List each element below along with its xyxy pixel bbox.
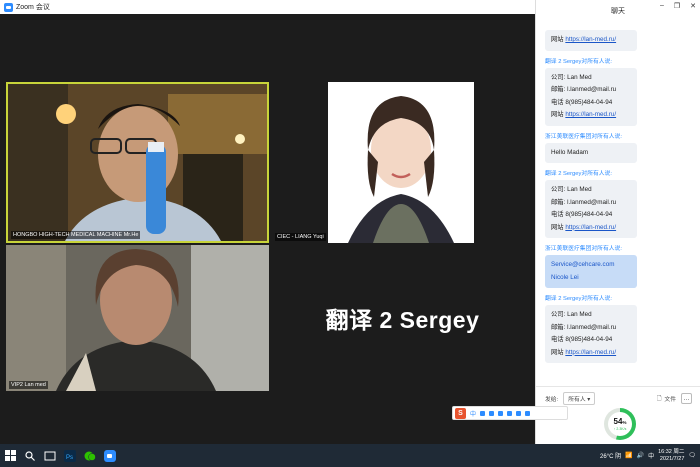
volume-icon[interactable]: 🔊	[637, 452, 644, 459]
ime-toolbar[interactable]: S 中	[452, 406, 568, 420]
message-bubble[interactable]: Service@cehcare.com Nicole Lei	[545, 255, 637, 288]
emoji-icon[interactable]	[489, 410, 495, 416]
network-gauge: 54% ↑ 2.3K/s	[604, 408, 636, 440]
chat-messages[interactable]: 网站 https://lan-med.ru/翻译 2 Sergey对所有人说: 公…	[536, 30, 700, 380]
message-value: l.lanmed@mail.ru	[567, 86, 617, 93]
punctuation-icon[interactable]	[480, 410, 486, 416]
message-sender: 浙江美联医疗集团对所有人说:	[545, 133, 622, 140]
ime-mode[interactable]: 中	[470, 409, 476, 418]
windows-start-icon[interactable]	[2, 448, 18, 464]
message-value: Lan Med	[567, 186, 592, 193]
message-line: 电话 8(985)484-04-94	[551, 336, 613, 343]
clock[interactable]: 16:32 周二 2021/7/27	[658, 449, 684, 463]
sogou-icon: S	[455, 407, 466, 419]
participant-display-name: 翻译 2 Sergey	[325, 307, 480, 333]
message-sender: 翻译 2 Sergey对所有人说:	[545, 296, 613, 302]
toolbox-icon[interactable]	[525, 410, 531, 416]
message-sender: 浙江美联医疗集团对所有人说:	[545, 246, 622, 252]
video-tile-woman[interactable]: CIEC - LIANG Yuqi	[272, 82, 533, 243]
gauge-speed: ↑ 2.3K/s	[613, 426, 627, 431]
message-line: 邮箱: l.lanmed@mail.ru	[551, 86, 617, 93]
participant-name: HONGBO HIGH-TECH MEDICAL MACHINE Mr.He	[11, 231, 141, 239]
message-text: Hello Madam	[551, 148, 589, 156]
chat-title: 聊天	[611, 8, 625, 15]
message-line: 邮箱: l.lanmed@mail.ru	[551, 198, 617, 206]
video-feed-woman-2	[6, 245, 269, 391]
message-bubble[interactable]: 公司: Lan Med 邮箱: l.lanmed@mail.ru 电话 8(985)…	[545, 180, 637, 238]
message-line: 邮箱: l.lanmed@mail.ru	[551, 323, 617, 331]
message-line: 电话 8(985)484-04-94	[551, 98, 613, 106]
skin-icon[interactable]	[516, 410, 522, 416]
video-feed-man	[8, 84, 267, 241]
video-feed-woman	[328, 82, 474, 243]
message-bubble[interactable]: 网站 https://lan-med.ru/	[545, 30, 637, 51]
message-value: Lan Med	[567, 73, 592, 81]
message-value: l.lanmed@mail.ru	[567, 323, 617, 331]
message-text: Service@cehcare.com Nicole Lei	[551, 261, 615, 281]
network-icon[interactable]: 📶	[625, 452, 632, 459]
more-icon[interactable]: …	[681, 393, 692, 404]
message-value: Lan Med	[567, 311, 592, 318]
zoom-logo-icon	[4, 2, 13, 12]
message-value: 8(985)484-04-94	[565, 336, 613, 343]
participant-name: VIP2 Lan med	[9, 381, 48, 389]
message-bubble[interactable]: Hello Madam	[545, 142, 637, 163]
send-to-label: 发给:	[545, 397, 559, 403]
mic-icon[interactable]	[498, 410, 504, 416]
photoshop-icon[interactable]: Ps	[62, 448, 78, 464]
gauge-percent: 54%	[613, 416, 627, 426]
zoom-taskbar-icon[interactable]	[102, 448, 118, 464]
input-language[interactable]: 中	[648, 451, 654, 460]
message-link[interactable]: https://lan-med.ru/	[565, 111, 616, 118]
keyboard-icon[interactable]	[507, 410, 513, 416]
video-tile-speaker[interactable]: HONGBO HIGH-TECH MEDICAL MACHINE Mr.He	[6, 82, 269, 243]
message-link[interactable]: https://lan-med.ru/	[565, 224, 616, 231]
window-controls: – ❐ ✕	[660, 2, 696, 10]
message-line: 网站 https://lan-med.ru/	[551, 348, 617, 356]
recipient-select[interactable]: 所有人 ▾	[563, 392, 596, 405]
video-tile-sergey[interactable]: 翻译 2 Sergey	[272, 245, 533, 391]
search-icon[interactable]	[22, 448, 38, 464]
minimize-icon[interactable]: –	[660, 2, 664, 10]
message-line: 公司: Lan Med	[551, 186, 592, 193]
message-value: 8(985)484-04-94	[565, 211, 613, 218]
svg-text:Ps: Ps	[66, 455, 73, 461]
message-line: 公司: Lan Med	[551, 311, 592, 318]
wechat-icon[interactable]	[82, 448, 98, 464]
taskbar: Ps 26°C 阴 📶 🔊 中 16:32 周二 2021/7/27 🗨	[0, 444, 700, 467]
title-bar: Zoom 会议	[0, 0, 535, 14]
close-icon[interactable]: ✕	[690, 2, 696, 10]
message-line: 电话 8(985)484-04-94	[551, 211, 613, 218]
file-button[interactable]: 🗋 文件	[657, 394, 676, 404]
restore-icon[interactable]: ❐	[674, 2, 680, 10]
weather[interactable]: 26°C 阴	[600, 451, 621, 460]
system-tray: 26°C 阴 📶 🔊 中 16:32 周二 2021/7/27 🗨	[600, 449, 700, 463]
message-link[interactable]: https://lan-med.ru/	[565, 349, 616, 356]
window-title: Zoom 会议	[16, 4, 50, 11]
notification-icon[interactable]: 🗨	[688, 452, 696, 459]
message-line: 网站 https://lan-med.ru/	[551, 36, 617, 43]
video-tile-lanmed[interactable]: VIP2 Lan med	[6, 245, 269, 391]
message-line: 公司: Lan Med	[551, 73, 592, 81]
message-value: 8(985)484-04-94	[565, 98, 613, 106]
message-line: 网站 https://lan-med.ru/	[551, 223, 617, 231]
message-bubble[interactable]: 公司: Lan Med 邮箱: l.lanmed@mail.ru 电话 8(985)…	[545, 67, 637, 126]
participant-name: CIEC - LIANG Yuqi	[275, 233, 326, 241]
message-sender: 翻译 2 Sergey对所有人说:	[545, 171, 613, 177]
task-view-icon[interactable]	[42, 448, 58, 464]
message-line: 网站 https://lan-med.ru/	[551, 111, 617, 118]
message-bubble[interactable]: 公司: Lan Med 邮箱: l.lanmed@mail.ru 电话 8(985)…	[545, 305, 637, 363]
message-value: l.lanmed@mail.ru	[567, 198, 617, 206]
file-icon: 🗋	[656, 395, 662, 402]
message-sender: 翻译 2 Sergey对所有人说:	[545, 58, 613, 65]
message-link[interactable]: https://lan-med.ru/	[565, 36, 616, 43]
chat-panel: 聊天 – ❐ ✕ 网站 https://lan-med.ru/翻译 2 Serg…	[535, 0, 700, 444]
video-stage: HONGBO HIGH-TECH MEDICAL MACHINE Mr.He C…	[0, 14, 535, 444]
